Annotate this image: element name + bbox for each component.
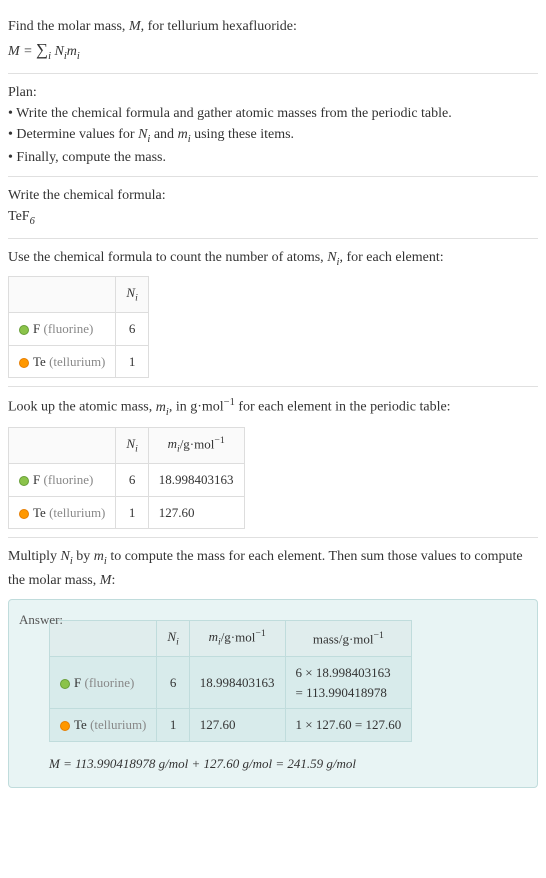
multiply-heading: Multiply Ni by mi to compute the mass fo… xyxy=(8,546,538,591)
blank-header xyxy=(50,620,157,657)
element-name: (fluorine) xyxy=(43,472,93,487)
chemical-formula: TeF6 xyxy=(8,206,538,230)
formula-sub: 6 xyxy=(30,216,35,227)
tellurium-dot-icon xyxy=(19,358,29,368)
element-name: (tellurium) xyxy=(49,505,105,520)
element-cell: Te (tellurium) xyxy=(9,345,116,378)
blank-header xyxy=(9,427,116,464)
intro-heading: Find the molar mass, M, for tellurium he… xyxy=(8,16,538,37)
plan-bullet-3: • Finally, compute the mass. xyxy=(8,147,538,168)
mass-calc-line2: = 113.990418978 xyxy=(296,683,402,703)
intro-section: Find the molar mass, M, for tellurium he… xyxy=(8,8,538,74)
blank-header xyxy=(9,277,116,313)
element-symbol: F xyxy=(33,321,40,336)
element-cell: Te (tellurium) xyxy=(9,496,116,529)
element-name: (tellurium) xyxy=(49,354,105,369)
mass-cell: 1 × 127.60 = 127.60 xyxy=(285,709,412,742)
element-cell: F (fluorine) xyxy=(9,464,116,497)
element-symbol: Te xyxy=(33,505,46,520)
m-header: mi/g·mol−1 xyxy=(189,620,285,657)
mass-cell: 6 × 18.998403163 = 113.990418978 xyxy=(285,657,412,709)
table-header-row: Ni mi/g·mol−1 mass/g·mol−1 xyxy=(50,620,412,657)
n-header: Ni xyxy=(157,620,189,657)
count-atoms-table: Ni F (fluorine) 6 Te (tellurium) 1 xyxy=(8,276,149,378)
element-symbol: Te xyxy=(33,354,46,369)
element-cell: F (fluorine) xyxy=(9,313,116,346)
table-header-row: Ni xyxy=(9,277,149,313)
m-cell: 127.60 xyxy=(148,496,244,529)
fluorine-dot-icon xyxy=(60,679,70,689)
count-atoms-section: Use the chemical formula to count the nu… xyxy=(8,239,538,388)
element-name: (tellurium) xyxy=(90,717,146,732)
fluorine-dot-icon xyxy=(19,325,29,335)
n-cell: 6 xyxy=(157,657,189,709)
element-name: (fluorine) xyxy=(84,675,134,690)
answer-label: Answer: xyxy=(19,610,63,630)
lookup-table: Ni mi/g·mol−1 F (fluorine) 6 18.99840316… xyxy=(8,427,245,530)
n-cell: 6 xyxy=(116,464,148,497)
n-header: Ni xyxy=(116,427,148,464)
m-cell: 127.60 xyxy=(189,709,285,742)
mass-calc-line1: 6 × 18.998403163 xyxy=(296,663,402,683)
element-name: (fluorine) xyxy=(43,321,93,336)
answer-table: Ni mi/g·mol−1 mass/g·mol−1 F (fluorine) … xyxy=(49,620,412,742)
table-row: Te (tellurium) 1 127.60 1 × 127.60 = 127… xyxy=(50,709,412,742)
final-molar-mass: M = 113.990418978 g/mol + 127.60 g/mol =… xyxy=(49,754,523,774)
m-cell: 18.998403163 xyxy=(189,657,285,709)
n-header: Ni xyxy=(116,277,148,313)
table-header-row: Ni mi/g·mol−1 xyxy=(9,427,245,464)
table-row: F (fluorine) 6 xyxy=(9,313,149,346)
element-cell: F (fluorine) xyxy=(50,657,157,709)
n-cell: 6 xyxy=(116,313,148,346)
m-header: mi/g·mol−1 xyxy=(148,427,244,464)
mass-header: mass/g·mol−1 xyxy=(285,620,412,657)
tellurium-dot-icon xyxy=(19,509,29,519)
write-formula-heading: Write the chemical formula: xyxy=(8,185,538,206)
element-symbol: F xyxy=(33,472,40,487)
lookup-mass-section: Look up the atomic mass, mi, in g·mol−1 … xyxy=(8,387,538,538)
count-atoms-heading: Use the chemical formula to count the nu… xyxy=(8,247,538,271)
write-formula-section: Write the chemical formula: TeF6 xyxy=(8,177,538,239)
plan-section: Plan: • Write the chemical formula and g… xyxy=(8,74,538,178)
intro-formula: M = ∑i Nimi xyxy=(8,37,538,65)
plan-heading: Plan: xyxy=(8,82,538,103)
m-cell: 18.998403163 xyxy=(148,464,244,497)
answer-box: Answer: Ni mi/g·mol−1 mass/g·mol−1 F (fl… xyxy=(8,599,538,789)
table-row: Te (tellurium) 1 xyxy=(9,345,149,378)
element-symbol: F xyxy=(74,675,81,690)
lookup-heading: Look up the atomic mass, mi, in g·mol−1 … xyxy=(8,395,538,420)
n-cell: 1 xyxy=(116,345,148,378)
plan-bullet-1: • Write the chemical formula and gather … xyxy=(8,103,538,124)
table-row: Te (tellurium) 1 127.60 xyxy=(9,496,245,529)
n-cell: 1 xyxy=(157,709,189,742)
multiply-section: Multiply Ni by mi to compute the mass fo… xyxy=(8,538,538,796)
element-cell: Te (tellurium) xyxy=(50,709,157,742)
formula-base: TeF xyxy=(8,209,30,224)
table-row: F (fluorine) 6 18.998403163 6 × 18.99840… xyxy=(50,657,412,709)
table-row: F (fluorine) 6 18.998403163 xyxy=(9,464,245,497)
plan-bullet-2: • Determine values for Ni and mi using t… xyxy=(8,124,538,148)
fluorine-dot-icon xyxy=(19,476,29,486)
n-cell: 1 xyxy=(116,496,148,529)
tellurium-dot-icon xyxy=(60,721,70,731)
element-symbol: Te xyxy=(74,717,87,732)
